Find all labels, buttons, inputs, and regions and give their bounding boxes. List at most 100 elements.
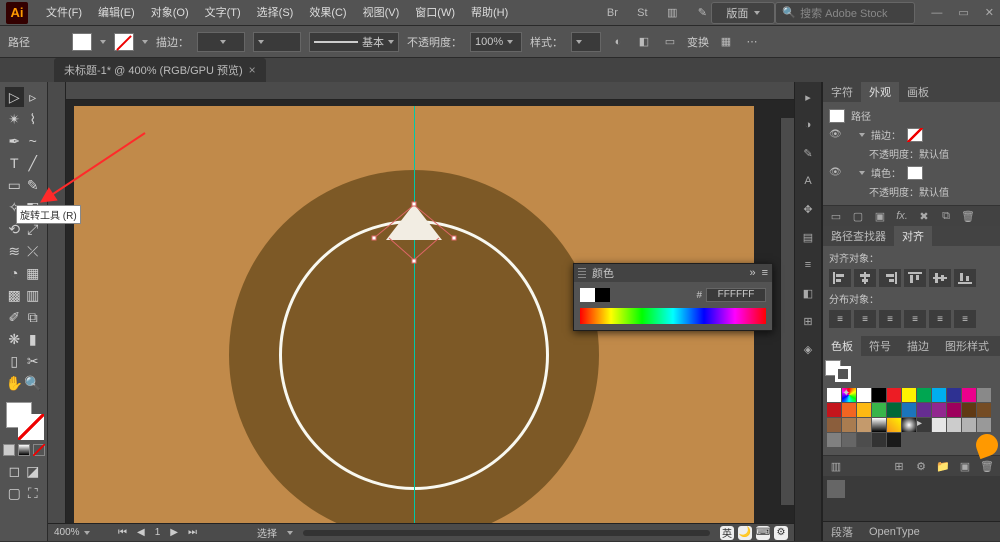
swatch[interactable] — [977, 388, 991, 402]
chevron-down-icon[interactable] — [859, 171, 865, 175]
menu-type[interactable]: 文字(T) — [197, 0, 249, 26]
dock-libraries-icon[interactable]: ◈ — [799, 340, 817, 358]
swatch[interactable] — [977, 418, 991, 432]
panel-menu-icon[interactable]: ≡ — [762, 267, 768, 279]
isolate-icon[interactable]: ▦ — [717, 33, 735, 51]
swatch[interactable] — [857, 433, 871, 447]
search-stock-field[interactable]: 🔍 搜索 Adobe Stock — [775, 2, 915, 24]
chevron-right-icon[interactable] — [287, 531, 293, 535]
visibility-toggle[interactable]: 👁 — [829, 129, 841, 141]
add-fill-icon[interactable]: ▣ — [871, 209, 889, 223]
type-tool[interactable]: T — [5, 153, 24, 173]
distribute-right[interactable]: ≡ — [954, 310, 976, 328]
anchor-point[interactable] — [372, 236, 377, 241]
anchor-point[interactable] — [412, 202, 417, 207]
visibility-toggle[interactable]: 👁 — [829, 167, 841, 179]
pen-tool[interactable]: ✒ — [5, 131, 24, 151]
swatch-stroke-proxy[interactable] — [835, 366, 851, 382]
screen-mode[interactable]: ▢ — [5, 483, 24, 503]
artboard-nav-prev[interactable]: ◀ — [137, 527, 145, 538]
swatch[interactable] — [917, 403, 931, 417]
draw-behind[interactable]: ◪ — [24, 461, 43, 481]
graphic-style[interactable] — [571, 32, 601, 52]
artboard-nav-next[interactable]: ▶ — [170, 527, 178, 538]
transform-label[interactable]: 变换 — [687, 34, 709, 50]
delete-swatch[interactable]: 🗑 — [978, 459, 996, 473]
swatch-none[interactable] — [827, 388, 841, 402]
close-icon[interactable]: × — [249, 63, 256, 77]
swatch[interactable] — [917, 388, 931, 402]
opacity-field[interactable]: 100% — [470, 32, 522, 52]
swatch-registration[interactable]: ✦ — [842, 388, 856, 402]
window-restore[interactable]: ▭ — [958, 6, 968, 19]
fill-row-label[interactable]: 填色： — [871, 165, 901, 180]
workspace-switcher[interactable]: 版面 — [711, 2, 775, 24]
swatch[interactable] — [932, 403, 946, 417]
magic-wand-tool[interactable]: ✴ — [5, 109, 24, 129]
stroke-row-label[interactable]: 描边： — [871, 127, 901, 142]
distribute-top[interactable]: ≡ — [829, 310, 851, 328]
vertical-scrollbar[interactable] — [780, 118, 794, 505]
column-graph-tool[interactable]: ▮ — [24, 329, 43, 349]
hand-tool[interactable]: ✋ — [5, 373, 24, 393]
tab-pathfinder[interactable]: 路径查找器 — [823, 226, 894, 246]
panel-grip[interactable] — [578, 268, 586, 278]
hex-input[interactable]: FFFFFF — [706, 288, 766, 302]
gradient-mode[interactable] — [18, 444, 30, 456]
menu-object[interactable]: 对象(O) — [143, 0, 197, 26]
menu-help[interactable]: 帮助(H) — [463, 0, 516, 26]
dock-color-guide-icon[interactable]: ◧ — [799, 284, 817, 302]
window-minimize[interactable]: — — [931, 7, 942, 19]
brush-definition[interactable]: 基本 — [309, 32, 399, 52]
stroke-row-swatch[interactable] — [907, 128, 923, 142]
fill-swatch[interactable] — [72, 33, 92, 51]
swatch[interactable] — [887, 433, 901, 447]
anchor-point[interactable] — [452, 236, 457, 241]
fill-row-swatch[interactable] — [907, 166, 923, 180]
dock-brush-icon[interactable]: ✎ — [799, 144, 817, 162]
swatch[interactable] — [902, 388, 916, 402]
swatch[interactable] — [857, 388, 871, 402]
stroke-opacity-label[interactable]: 不透明度：默认值 — [869, 146, 949, 161]
dock-type-icon[interactable]: A — [799, 172, 817, 190]
swatch[interactable] — [977, 403, 991, 417]
arrange-icon[interactable]: ▥ — [663, 6, 681, 19]
gradient-tool[interactable]: ▥ — [24, 285, 43, 305]
shape-builder-tool[interactable]: ◔ — [5, 263, 24, 283]
artboard-number[interactable]: 1 — [155, 527, 161, 538]
fill-stroke-control[interactable] — [4, 400, 44, 440]
dock-swatches-icon[interactable]: ⊞ — [799, 312, 817, 330]
swatch[interactable] — [872, 433, 886, 447]
menu-effect[interactable]: 效果(C) — [301, 0, 354, 26]
mesh-tool[interactable]: ▩ — [5, 285, 24, 305]
add-stroke-icon[interactable]: ▢ — [849, 209, 867, 223]
tab-swatches[interactable]: 色板 — [823, 336, 861, 356]
swatch[interactable] — [842, 403, 856, 417]
duplicate-icon[interactable]: ⧉ — [937, 209, 955, 223]
swatch[interactable] — [827, 433, 841, 447]
tab-appearance[interactable]: 外观 — [861, 82, 899, 102]
symbol-sprayer-tool[interactable]: ❋ — [5, 329, 24, 349]
swatch[interactable] — [947, 388, 961, 402]
rectangle-tool[interactable]: ▭ — [5, 175, 24, 195]
panel-collapse-icon[interactable]: » — [749, 267, 755, 279]
new-swatch[interactable]: ▣ — [956, 459, 974, 473]
align-hcenter[interactable] — [854, 269, 876, 287]
align-left[interactable] — [829, 269, 851, 287]
tab-graphic-styles[interactable]: 图形样式 — [937, 336, 997, 356]
swatch[interactable] — [962, 403, 976, 417]
swatch[interactable] — [827, 403, 841, 417]
perspective-grid-tool[interactable]: ▦ — [24, 263, 43, 283]
artboard-nav-first[interactable]: ⏮ — [118, 527, 127, 538]
tab-stroke[interactable]: 描边 — [899, 336, 937, 356]
none-mode[interactable] — [33, 444, 45, 456]
ime-status[interactable]: 英 🌙 ⌨ ⚙ — [720, 526, 788, 540]
fx-button[interactable]: fx. — [893, 209, 911, 223]
guide-vertical[interactable] — [414, 106, 415, 523]
tab-paragraph[interactable]: 段落 — [823, 522, 861, 542]
tab-symbols[interactable]: 符号 — [861, 336, 899, 356]
fill-opacity-label[interactable]: 不透明度：默认值 — [869, 184, 949, 199]
horizontal-ruler[interactable] — [66, 82, 794, 100]
document-tab[interactable]: 未标题-1* @ 400% (RGB/GPU 预览) × — [54, 58, 266, 82]
swatch[interactable] — [842, 418, 856, 432]
